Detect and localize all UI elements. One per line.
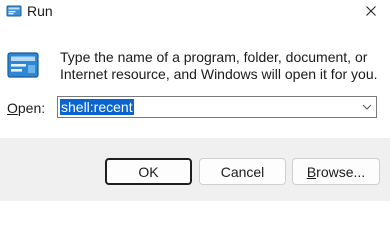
ok-button[interactable]: OK xyxy=(105,158,192,185)
browse-label-text: rowse... xyxy=(316,163,366,180)
browse-accelerator: B xyxy=(306,163,317,180)
run-icon xyxy=(6,3,22,19)
run-large-icon xyxy=(6,48,40,82)
open-combobox[interactable]: shell:recent xyxy=(57,96,377,118)
browse-button-label: Browse... xyxy=(307,164,365,180)
dialog-description: Type the name of a program, folder, docu… xyxy=(60,49,378,82)
chevron-down-icon xyxy=(362,104,372,110)
title-bar[interactable]: Run xyxy=(0,0,390,28)
browse-button[interactable]: Browse... xyxy=(292,158,380,185)
open-label-accelerator: O xyxy=(7,100,18,116)
window-title: Run xyxy=(27,3,53,19)
open-input[interactable]: shell:recent xyxy=(60,99,134,115)
open-label-text: pen: xyxy=(17,100,46,116)
open-label: Open: xyxy=(7,99,45,117)
cancel-button[interactable]: Cancel xyxy=(199,158,286,185)
cancel-button-label: Cancel xyxy=(220,163,265,180)
close-button[interactable] xyxy=(356,0,386,22)
run-dialog: Run Type the name of a program, folder, … xyxy=(0,0,390,201)
ok-button-label: OK xyxy=(138,163,159,180)
close-icon xyxy=(366,6,376,16)
dropdown-button[interactable] xyxy=(358,97,376,117)
